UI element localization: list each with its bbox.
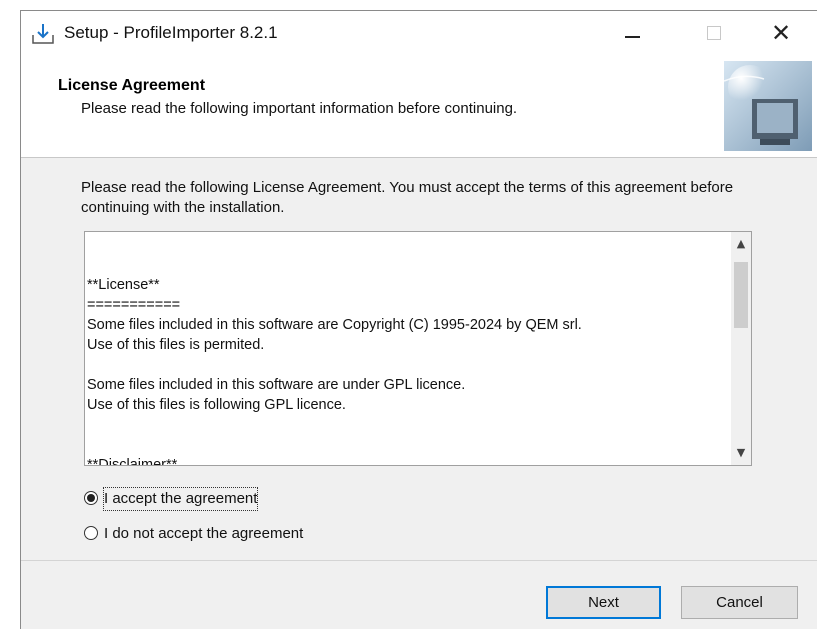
page-subtitle: Please read the following important info… [81, 100, 518, 117]
license-line: Use of this files is following GPL licen… [87, 397, 346, 413]
scroll-thumb[interactable] [734, 262, 748, 328]
setup-window: Setup - ProfileImporter 8.2.1 ✕ License … [20, 10, 817, 629]
minimize-button[interactable] [601, 11, 661, 56]
license-line: Use of this files is permited. [87, 337, 265, 353]
maximize-button[interactable] [683, 11, 743, 56]
close-icon: ✕ [770, 19, 792, 47]
license-line: =========== [87, 297, 181, 313]
scroll-up-arrow-icon[interactable]: ▲ [731, 234, 751, 254]
page-title: License Agreement [58, 77, 206, 94]
window-title: Setup - ProfileImporter 8.2.1 [64, 23, 278, 42]
close-button[interactable]: ✕ [751, 11, 811, 56]
wizard-header: License Agreement Please read the follow… [21, 56, 817, 158]
license-text: **License** =========== Some files include… [87, 235, 727, 466]
license-line [87, 435, 727, 455]
cancel-button[interactable]: Cancel [681, 586, 798, 619]
license-line: **License** [87, 277, 160, 293]
license-line [87, 355, 727, 375]
license-line [87, 415, 727, 435]
license-line: **Disclaimer** [87, 457, 178, 466]
decline-label[interactable]: I do not accept the agreement [104, 523, 303, 545]
accept-radio[interactable] [84, 491, 98, 505]
next-button[interactable]: Next [546, 586, 661, 619]
wizard-computer-image [724, 61, 812, 151]
instructions-text: Please read the following License Agreem… [81, 179, 734, 216]
title-bar: Setup - ProfileImporter 8.2.1 ✕ [21, 11, 817, 56]
installer-download-icon [32, 24, 54, 44]
license-textarea[interactable]: **License** =========== Some files include… [84, 231, 752, 466]
scroll-down-arrow-icon[interactable]: ▼ [731, 443, 751, 463]
license-line: Some files included in this software are… [87, 377, 466, 393]
license-line: Some files included in this software are… [87, 317, 582, 333]
license-scrollbar[interactable]: ▲ ▼ [731, 232, 751, 465]
accept-label[interactable]: I accept the agreement [102, 487, 259, 511]
decline-radio[interactable] [84, 526, 98, 540]
footer-separator [21, 560, 817, 561]
